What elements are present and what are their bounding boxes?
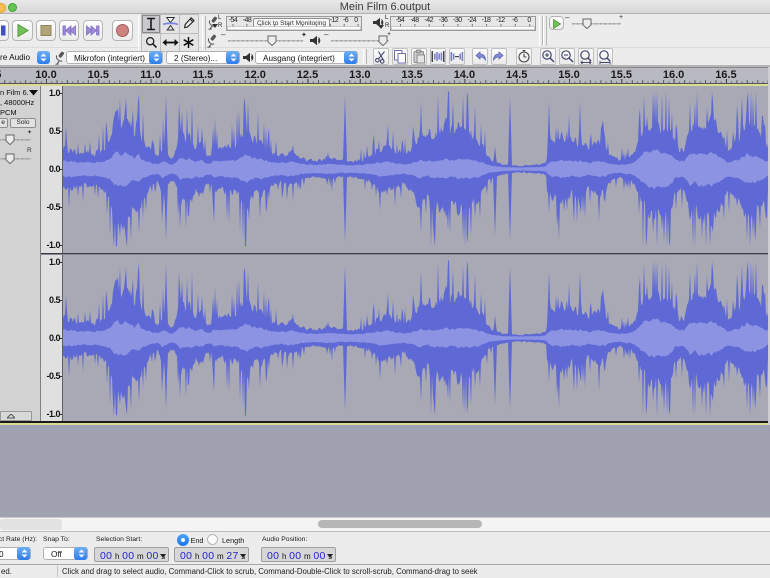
svg-text:9.5: 9.5 bbox=[0, 69, 1, 81]
svg-text:12.0: 12.0 bbox=[244, 69, 265, 81]
